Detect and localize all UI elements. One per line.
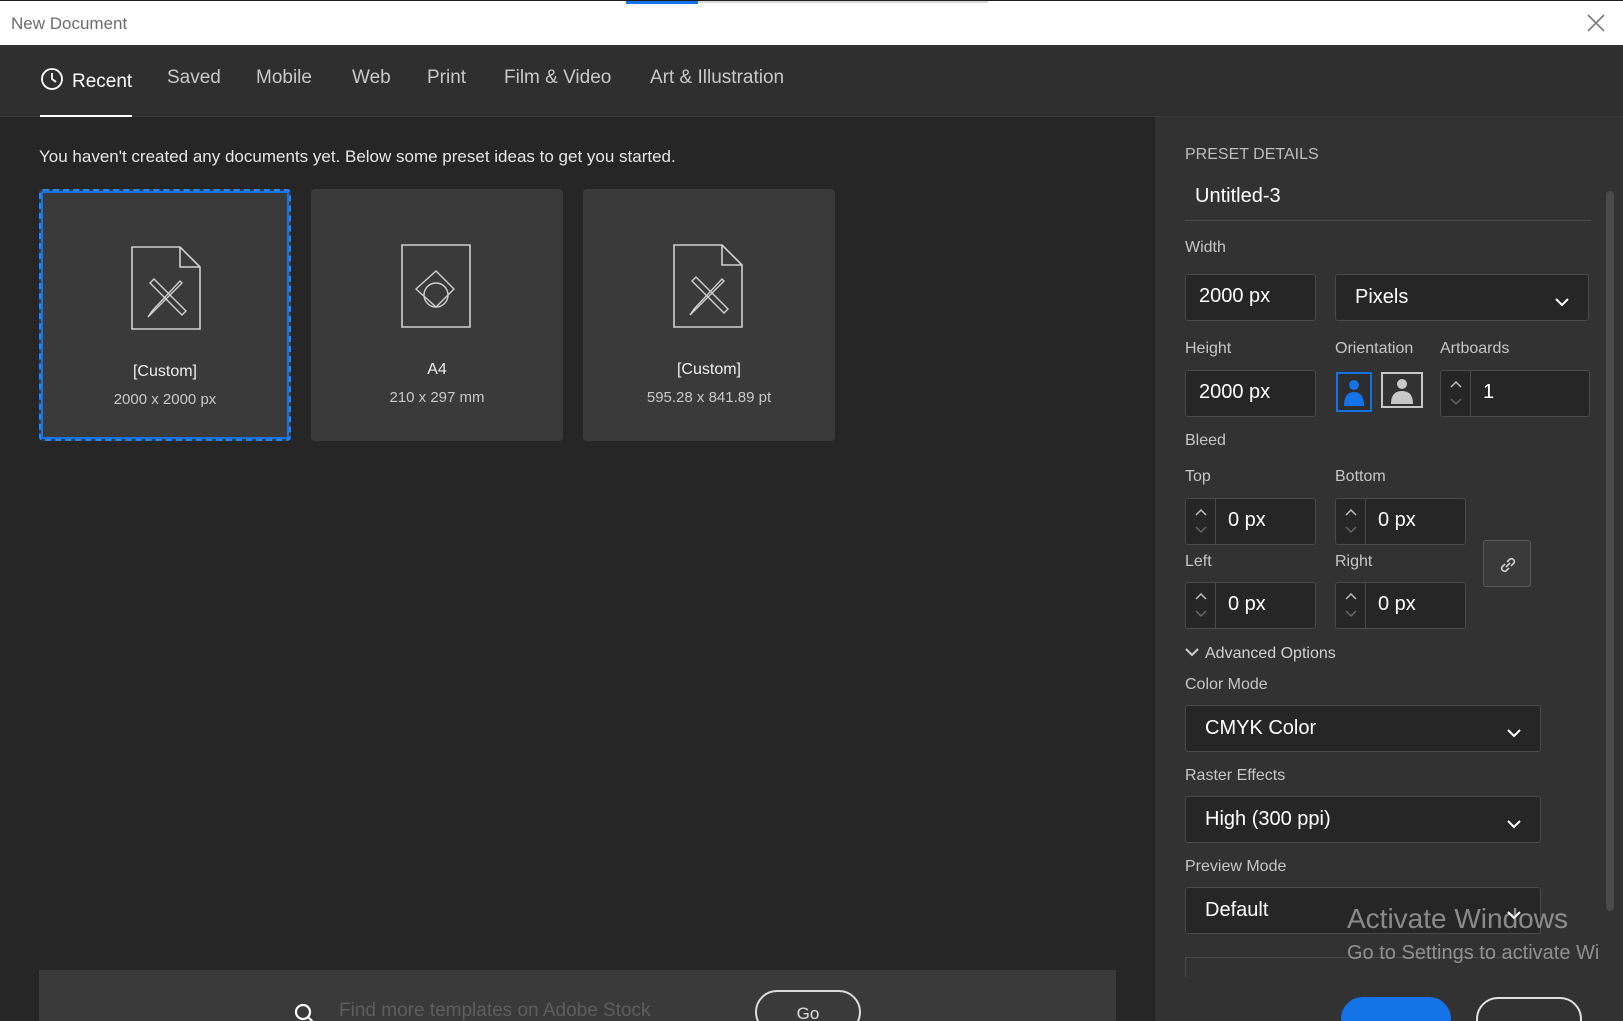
close-button[interactable]	[1476, 997, 1582, 1021]
bleed-right-stepper[interactable]	[1336, 583, 1366, 628]
tab-art-illustration[interactable]: Art & Illustration	[650, 67, 784, 117]
details-scrollbar[interactable]	[1603, 177, 1617, 917]
chevron-down-icon	[1506, 722, 1522, 745]
preset-details-heading: PRESET DETAILS	[1185, 146, 1319, 163]
shapes-doc-icon	[400, 243, 472, 334]
artboards-value: 1	[1483, 381, 1495, 403]
stock-search-input[interactable]: Find more templates on Adobe Stock	[339, 1000, 651, 1021]
bleed-label: Bleed	[1185, 432, 1226, 449]
preset-name: A4	[427, 361, 447, 378]
preset-card-custom-pt[interactable]: [Custom] 595.28 x 841.89 pt	[583, 189, 835, 441]
preset-size: 595.28 x 841.89 pt	[646, 389, 772, 406]
close-icon[interactable]	[1584, 11, 1608, 35]
title-accent-strip	[626, 1, 698, 4]
bleed-bottom-field[interactable]: 0 px	[1335, 498, 1466, 545]
preset-size: 210 x 297 mm	[389, 389, 485, 406]
activate-windows-subtext: Go to Settings to activate Wi	[1347, 942, 1600, 964]
activate-windows-watermark: Activate Windows	[1347, 903, 1568, 934]
raster-effects-dropdown[interactable]: High (300 ppi)	[1185, 796, 1541, 843]
preset-card-a4[interactable]: A4 210 x 297 mm	[311, 189, 563, 441]
artboards-stepper[interactable]	[1441, 371, 1471, 416]
tab-web[interactable]: Web	[352, 67, 391, 117]
preview-mode-label: Preview Mode	[1185, 858, 1287, 875]
clock-icon	[40, 67, 64, 97]
artboards-field[interactable]: 1	[1440, 370, 1590, 417]
chevron-down-icon	[1506, 813, 1522, 836]
bleed-left-stepper[interactable]	[1186, 583, 1216, 628]
bleed-left-field[interactable]: 0 px	[1185, 582, 1316, 629]
tab-print[interactable]: Print	[427, 67, 466, 117]
ruler-pencil-doc-icon	[672, 243, 744, 334]
chevron-down-icon	[1185, 648, 1199, 657]
color-mode-dropdown[interactable]: CMYK Color	[1185, 705, 1541, 752]
tab-film-video[interactable]: Film & Video	[504, 67, 611, 117]
bleed-bottom-value: 0 px	[1378, 509, 1416, 531]
tab-mobile[interactable]: Mobile	[256, 67, 312, 117]
preset-size: 2000 x 2000 px	[113, 391, 217, 408]
chevron-down-icon	[1554, 291, 1570, 314]
go-button[interactable]: Go	[755, 990, 861, 1021]
width-label: Width	[1185, 239, 1226, 256]
bleed-bottom-stepper[interactable]	[1336, 499, 1366, 544]
portrait-orientation-icon[interactable]	[1336, 372, 1372, 412]
preset-name: [Custom]	[676, 361, 741, 378]
width-field[interactable]: 2000 px	[1185, 274, 1316, 321]
preview-mode-value: Default	[1205, 899, 1269, 921]
link-bleed-button[interactable]	[1483, 540, 1531, 587]
color-mode-value: CMYK Color	[1205, 717, 1317, 739]
raster-effects-label: Raster Effects	[1185, 767, 1286, 784]
raster-effects-value: High (300 ppi)	[1205, 808, 1331, 830]
height-field[interactable]: 2000 px	[1185, 370, 1316, 417]
orientation-label: Orientation	[1335, 340, 1414, 357]
preset-category-tabs: Recent Saved Mobile Web Print Film & Vid…	[0, 45, 1623, 117]
advanced-options-label: Advanced Options	[1205, 645, 1336, 662]
units-value: Pixels	[1355, 286, 1409, 308]
new-document-dialog: New Document Recent Saved Mobile Web Pri…	[0, 0, 1623, 1021]
bleed-left-value: 0 px	[1228, 593, 1266, 615]
stock-search-bar: Find more templates on Adobe Stock Go	[39, 970, 1116, 1021]
height-label: Height	[1185, 340, 1232, 357]
bleed-top-label: Top	[1185, 468, 1211, 485]
preset-details-panel: PRESET DETAILS Untitled-3 Width 2000 px …	[1155, 117, 1623, 1021]
bleed-right-label: Right	[1335, 553, 1373, 570]
bleed-top-stepper[interactable]	[1186, 499, 1216, 544]
artboards-label: Artboards	[1440, 340, 1510, 357]
landscape-orientation-icon[interactable]	[1381, 372, 1423, 412]
intro-text: You haven't created any documents yet. B…	[39, 147, 676, 166]
create-button[interactable]	[1341, 997, 1451, 1021]
ruler-pencil-doc-icon	[130, 245, 202, 336]
presets-area: You haven't created any documents yet. B…	[0, 117, 1155, 1021]
bleed-bottom-label: Bottom	[1335, 468, 1386, 485]
title-bar: New Document	[0, 0, 1623, 45]
bleed-left-label: Left	[1185, 553, 1212, 570]
bleed-top-field[interactable]: 0 px	[1185, 498, 1316, 545]
search-icon	[293, 1002, 317, 1021]
tab-recent-label: Recent	[72, 71, 133, 92]
title-accent-strip-secondary	[698, 1, 988, 3]
units-dropdown[interactable]: Pixels	[1335, 274, 1589, 321]
preset-name: [Custom]	[132, 363, 197, 380]
advanced-options-toggle[interactable]: Advanced Options	[1185, 645, 1336, 663]
bleed-top-value: 0 px	[1228, 509, 1266, 531]
tab-recent[interactable]: Recent	[40, 67, 133, 117]
bleed-right-value: 0 px	[1378, 593, 1416, 615]
document-name-field[interactable]: Untitled-3	[1185, 177, 1591, 221]
dialog-title: New Document	[11, 14, 128, 33]
scrollbar-thumb[interactable]	[1606, 191, 1614, 911]
color-mode-label: Color Mode	[1185, 676, 1268, 693]
bleed-right-field[interactable]: 0 px	[1335, 582, 1466, 629]
tab-saved[interactable]: Saved	[167, 67, 221, 117]
preset-card-custom-px[interactable]: [Custom] 2000 x 2000 px	[39, 189, 291, 441]
